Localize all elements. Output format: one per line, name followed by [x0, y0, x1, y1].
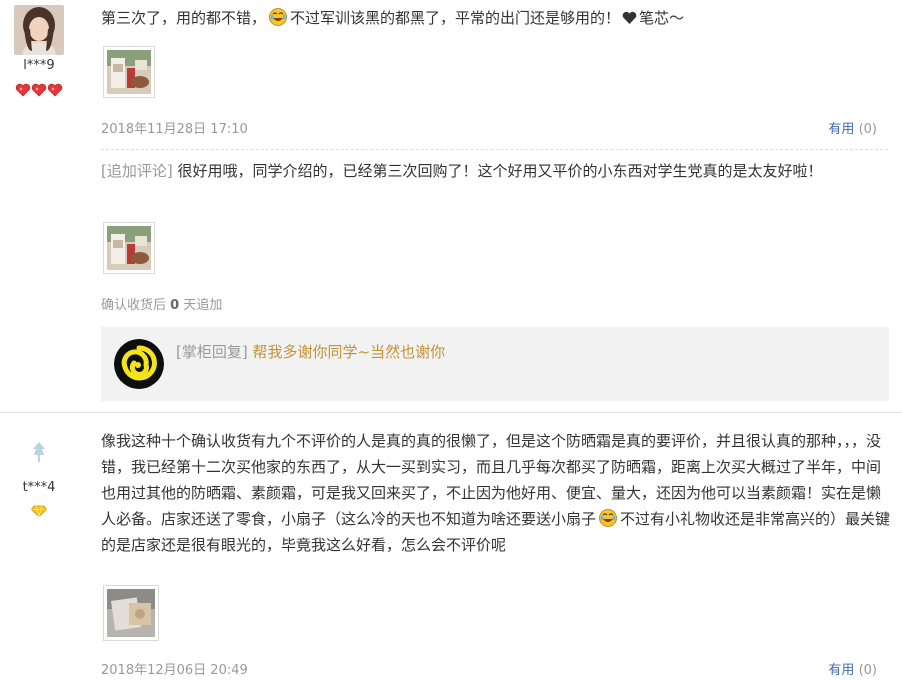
- shop-avatar: [114, 339, 164, 389]
- useful-button[interactable]: 有用 (0): [828, 659, 877, 678]
- username: l***9: [23, 58, 55, 73]
- useful-button[interactable]: 有用 (0): [828, 118, 877, 137]
- useful-count: (0): [858, 122, 877, 137]
- shop-reply: [掌柜回复] 帮我多谢你同学~当然也谢你: [176, 339, 445, 365]
- append-meta: 确认收货后 0 天追加: [101, 294, 222, 313]
- review-item: t***4 像我这种十个确认收货有九个不评价的人是真的真的很懒了，但是这个防晒霜…: [0, 413, 902, 682]
- useful-count: (0): [858, 663, 877, 678]
- shop-reply-text: 帮我多谢你同学~当然也谢你: [252, 343, 446, 361]
- append-meta-days: 0: [170, 298, 180, 313]
- laugh-cry-emoji-icon: [599, 509, 617, 527]
- append-review-text: 很好用哦，同学介绍的，已经第三次回购了！这个好用又平价的小东西对学生党真的是太友…: [177, 162, 823, 180]
- review-photo-thumbnail[interactable]: [103, 46, 155, 98]
- review-content: 像我这种十个确认收货有九个不评价的人是真的真的很懒了，但是这个防晒霜是真的要评价…: [101, 428, 891, 558]
- shop-reply-tag: [掌柜回复]: [176, 343, 248, 361]
- append-photo-thumbnail[interactable]: [103, 222, 155, 274]
- review-date: 2018年12月06日 20:49: [101, 663, 248, 678]
- useful-label: 有用: [828, 122, 855, 137]
- append-review-tag: [追加评论]: [101, 162, 173, 180]
- user-level-diamond-icon: [0, 505, 78, 524]
- default-avatar-icon[interactable]: [29, 441, 49, 463]
- append-meta-suffix: 天追加: [183, 298, 223, 313]
- append-meta-prefix: 确认收货后: [101, 298, 167, 313]
- useful-label: 有用: [828, 663, 855, 678]
- review-photo-thumbnail[interactable]: [103, 585, 159, 641]
- review-text: 不过军训该黑的都黑了，平常的出门还是够用的！: [290, 9, 621, 27]
- review-text: 笔芯～: [639, 9, 685, 27]
- heart-icon: [622, 7, 637, 33]
- review-item: l***9 第三次了，用的都不错， 不过军训该黑的都黑了，平常的出门还是够用的！ 笔…: [0, 0, 902, 412]
- review-content: 第三次了，用的都不错， 不过军训该黑的都黑了，平常的出门还是够用的！ 笔芯～: [101, 5, 891, 33]
- shop-reply-box: [掌柜回复] 帮我多谢你同学~当然也谢你: [101, 327, 889, 401]
- append-review: [追加评论] 很好用哦，同学介绍的，已经第三次回购了！这个好用又平价的小东西对学…: [101, 158, 891, 184]
- laugh-cry-emoji-icon: [269, 8, 287, 26]
- review-date: 2018年11月28日 17:10: [101, 122, 248, 137]
- dashed-separator: [101, 149, 888, 150]
- username: t***4: [22, 480, 56, 495]
- user-level-hearts-icon: [0, 83, 78, 102]
- user-avatar[interactable]: [14, 5, 64, 55]
- review-text: 第三次了，用的都不错，: [101, 9, 267, 27]
